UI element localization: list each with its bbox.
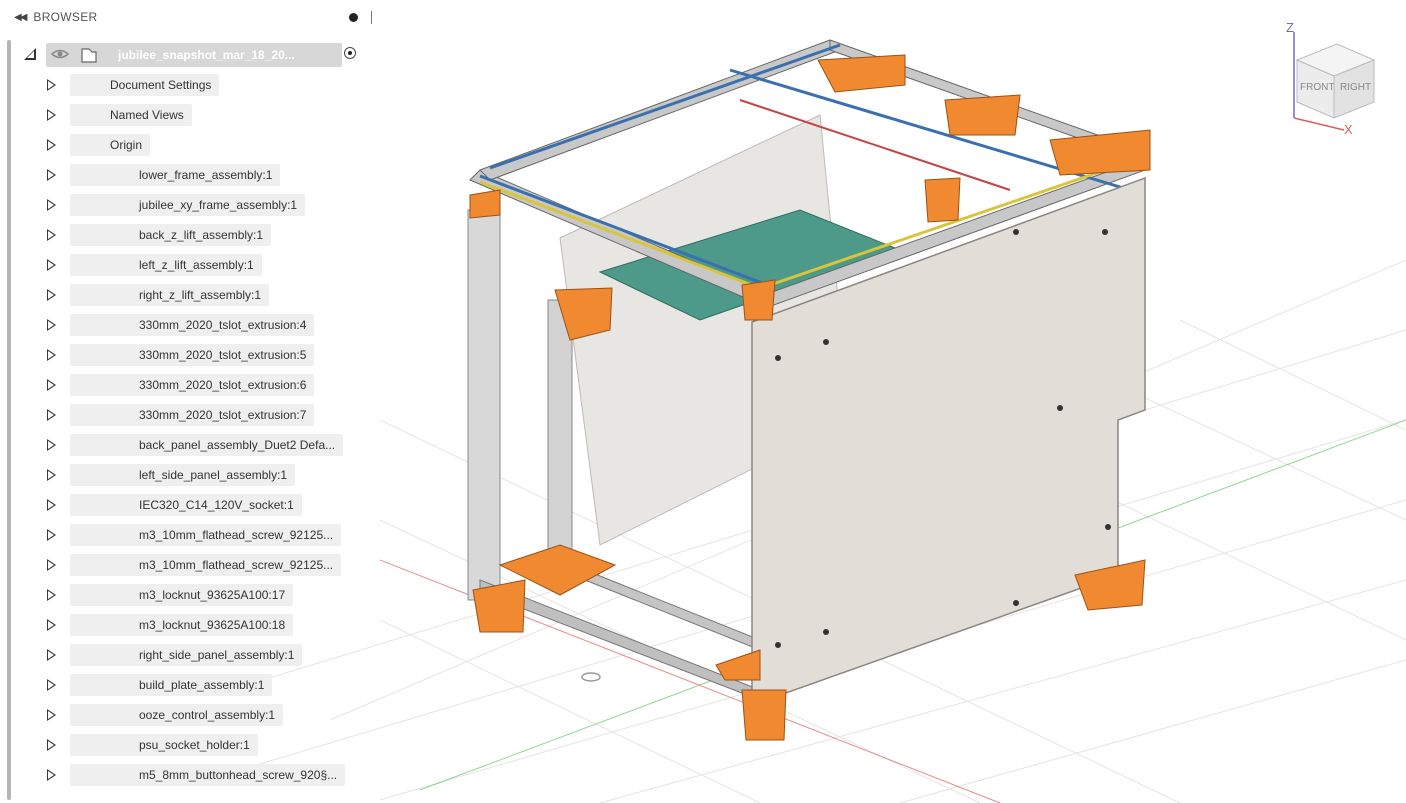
origin-marker (581, 672, 601, 682)
cube-right-label: RIGHT (1340, 82, 1371, 93)
tree-item[interactable]: 330mm_2020_tslot_extrusion:7 (0, 400, 380, 430)
tree-item[interactable]: 330mm_2020_tslot_extrusion:5 (0, 340, 380, 370)
expand-triangle-icon[interactable] (47, 409, 56, 421)
tree-item-label: right_side_panel_assembly:1 (70, 644, 303, 666)
expand-triangle-icon[interactable] (47, 469, 56, 481)
expand-triangle-icon[interactable] (47, 649, 56, 661)
tree-item[interactable]: IEC320_C14_120V_socket:1 (0, 490, 380, 520)
expand-triangle-icon[interactable] (47, 319, 56, 331)
tree-item[interactable]: right_z_lift_assembly:1 (0, 280, 380, 310)
expand-triangle-icon[interactable] (47, 109, 56, 121)
browser-title: BROWSER (33, 10, 98, 24)
browser-panel: ◀◀ BROWSER jubilee_snapshot_mar_18_20...… (0, 0, 380, 803)
axis-z-label: Z (1286, 20, 1294, 35)
tree-item[interactable]: left_side_panel_assembly:1 (0, 460, 380, 490)
tree-item-label: Origin (70, 134, 151, 156)
tree-item[interactable]: right_side_panel_assembly:1 (0, 640, 380, 670)
expand-triangle-icon[interactable] (47, 289, 56, 301)
tree-item-label: back_z_lift_assembly:1 (70, 224, 272, 246)
tree-item[interactable]: m3_locknut_93625A100:18 (0, 610, 380, 640)
tree-item[interactable]: Named Views (0, 100, 380, 130)
tree-item-label: m3_10mm_flathead_screw_92125... (70, 554, 342, 576)
tree-item[interactable]: m5_8mm_buttonhead_screw_920§... (0, 760, 380, 790)
expand-triangle-icon[interactable] (47, 229, 56, 241)
expand-triangle-icon[interactable] (47, 769, 56, 781)
axis-x-label: X (1344, 122, 1353, 137)
expand-triangle-icon[interactable] (47, 379, 56, 391)
expand-triangle-icon[interactable] (47, 499, 56, 511)
tree-item-label: 330mm_2020_tslot_extrusion:4 (70, 314, 315, 336)
tree-item-label: 330mm_2020_tslot_extrusion:7 (70, 404, 315, 426)
tree-item[interactable]: build_plate_assembly:1 (0, 670, 380, 700)
expand-triangle-icon[interactable] (47, 439, 56, 451)
collapse-panel-icon[interactable]: ◀◀ (14, 12, 27, 23)
tree-item-label: IEC320_C14_120V_socket:1 (70, 494, 302, 516)
expand-triangle-icon[interactable] (47, 349, 56, 361)
expand-triangle-icon[interactable] (47, 139, 56, 151)
tree-item[interactable]: m3_locknut_93625A100:17 (0, 580, 380, 610)
tree-item[interactable]: left_z_lift_assembly:1 (0, 250, 380, 280)
expand-triangle-icon[interactable] (47, 259, 56, 271)
expand-triangle-icon[interactable] (47, 559, 56, 571)
tree-item[interactable]: lower_frame_assembly:1 (0, 160, 380, 190)
tree-item[interactable]: 330mm_2020_tslot_extrusion:4 (0, 310, 380, 340)
expand-triangle-icon[interactable] (47, 529, 56, 541)
tree-item[interactable]: back_z_lift_assembly:1 (0, 220, 380, 250)
tree-item[interactable]: 330mm_2020_tslot_extrusion:6 (0, 370, 380, 400)
expand-triangle-icon[interactable] (47, 619, 56, 631)
browser-header: ◀◀ BROWSER (0, 0, 380, 34)
component-icon (81, 48, 97, 63)
tree-item-label: m5_8mm_buttonhead_screw_920§... (70, 764, 346, 786)
activate-radio-button[interactable] (344, 47, 356, 59)
cube-front-label: FRONT (1300, 82, 1334, 93)
tree-item-label: jubilee_xy_frame_assembly:1 (70, 194, 306, 216)
tree-item-label: psu_socket_holder:1 (70, 734, 258, 756)
expand-triangle-icon[interactable] (47, 709, 56, 721)
tree-item[interactable]: m3_10mm_flathead_screw_92125... (0, 550, 380, 580)
panel-resize-handle[interactable] (371, 11, 372, 24)
tree-item[interactable]: Origin (0, 130, 380, 160)
view-cube[interactable]: Z X FRONT RIGHT (1282, 20, 1382, 140)
tree-item-label: left_side_panel_assembly:1 (70, 464, 296, 486)
tree-item-label: left_z_lift_assembly:1 (70, 254, 262, 276)
tree-item-label: build_plate_assembly:1 (70, 674, 273, 696)
tree-root-row[interactable]: jubilee_snapshot_mar_18_20... (0, 40, 380, 70)
tree-item-label: back_panel_assembly_Duet2 Defa... (70, 434, 344, 456)
tree-item[interactable]: jubilee_xy_frame_assembly:1 (0, 190, 380, 220)
expand-triangle-icon[interactable] (47, 679, 56, 691)
tree-item[interactable]: ooze_control_assembly:1 (0, 700, 380, 730)
expand-triangle-icon[interactable] (47, 169, 56, 181)
pin-icon[interactable] (349, 13, 358, 22)
root-component-label: jubilee_snapshot_mar_18_20... (118, 48, 295, 62)
tree-item-label: m3_10mm_flathead_screw_92125... (70, 524, 342, 546)
tree-item-label: m3_locknut_93625A100:17 (70, 584, 294, 606)
tree-item[interactable]: psu_socket_holder:1 (0, 730, 380, 760)
tree-item-label: Named Views (70, 104, 192, 126)
tree-item-label: right_z_lift_assembly:1 (70, 284, 270, 306)
tree-item-label: 330mm_2020_tslot_extrusion:6 (70, 374, 315, 396)
collapse-triangle-icon[interactable] (24, 48, 36, 60)
tree-item[interactable]: m3_10mm_flathead_screw_92125... (0, 520, 380, 550)
expand-triangle-icon[interactable] (47, 589, 56, 601)
tree-item[interactable]: Document Settings (0, 70, 380, 100)
eye-icon[interactable] (51, 47, 69, 61)
expand-triangle-icon[interactable] (47, 199, 56, 211)
tree-item-label: m3_locknut_93625A100:18 (70, 614, 294, 636)
tree-item-label: 330mm_2020_tslot_extrusion:5 (70, 344, 315, 366)
x-axis-line (1293, 117, 1345, 131)
tree-item-label: lower_frame_assembly:1 (70, 164, 281, 186)
tree-item-label: ooze_control_assembly:1 (70, 704, 284, 726)
expand-triangle-icon[interactable] (47, 79, 56, 91)
expand-triangle-icon[interactable] (47, 739, 56, 751)
tree-item[interactable]: back_panel_assembly_Duet2 Defa... (0, 430, 380, 460)
tree-item-label: Document Settings (70, 74, 220, 96)
